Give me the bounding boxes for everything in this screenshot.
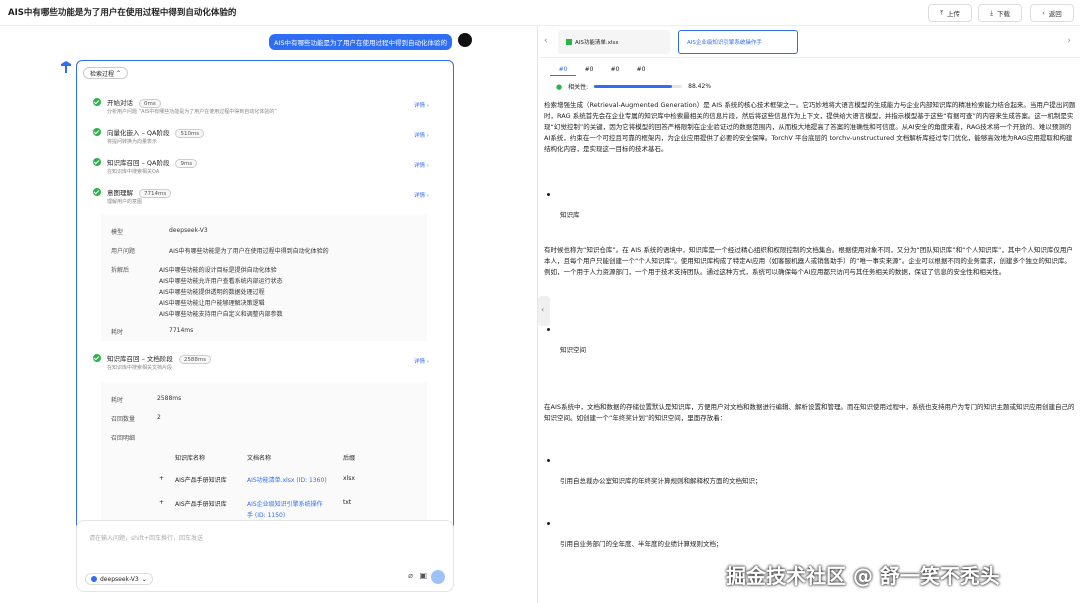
split-item: AIS中哪些功能的设计目标是提供自动化体验: [159, 267, 277, 274]
panel-resize-handle[interactable]: ‹: [538, 296, 550, 326]
kb-paragraph: 有时候也称为“知识仓库”。在 AIS 系统的语境中，知识库是一个经过精心组织和权…: [544, 246, 1073, 276]
split-item: AIS中哪些功能允许用户查看系统内部运行状态: [159, 278, 283, 285]
chevron-left-icon: ‹: [541, 305, 545, 314]
intro-paragraph: 检索增强生成（Retrieval-Augmented Generation）是 …: [544, 101, 1076, 153]
relevance: ● 相关性: 88.42%: [556, 82, 712, 92]
send-button[interactable]: [431, 570, 445, 584]
tab-file-1[interactable]: AIS功能清单.xlsx: [558, 30, 670, 54]
step-item: 知识库召回 – QA阶段 9ms 在知识库中搜索相关QA 详情 ›: [93, 157, 433, 179]
check-circle-icon: [93, 98, 101, 106]
step-desc: 分析用户问题 “AIS中有哪些功能是为了用户在使用过程中得到自动化体验的”: [107, 109, 277, 115]
download-button[interactable]: ⤓ 下载: [978, 4, 1022, 22]
doc-link[interactable]: AIS企业级知识引擎系统操作: [247, 499, 323, 508]
user-message: AIS中有哪些功能是为了用户在使用过程中得到自动化体验的: [269, 34, 452, 50]
step-desc: 在知识库中搜索相关文档片段: [107, 365, 173, 371]
step-desc: 在知识库中搜索相关QA: [107, 169, 160, 175]
step-detail-link[interactable]: 详情 ›: [414, 191, 429, 199]
step-name: 知识库召回 – 文档阶段: [107, 355, 173, 363]
step-item: 向量化嵌入 – QA阶段 510ms 将提问转换为向量表示 详情 ›: [93, 127, 433, 149]
step-time: 0ms: [139, 99, 161, 108]
step-name: 开始对话: [107, 99, 133, 107]
bullet: [547, 459, 550, 462]
chunk-tab[interactable]: #0: [628, 64, 654, 76]
expand-plus-icon[interactable]: +: [159, 475, 164, 482]
step-desc: 将提问转换为向量表示: [107, 139, 158, 145]
upload-icon: ⤒: [940, 8, 943, 17]
excel-icon: [566, 39, 572, 45]
preview-pane: ‹ AIS功能清单.xlsx AIS企业级知识引擎系统操作手 › #0 #0 #…: [537, 26, 1080, 603]
chat-pane: AIS中有哪些功能是为了用户在使用过程中得到自动化体验的 检索过程 ⌃ 开始对话…: [0, 26, 536, 603]
chunk-tab[interactable]: #0: [550, 64, 576, 76]
step-name: 意图理解: [107, 189, 133, 197]
check-circle-icon: [93, 188, 101, 196]
step-time: 510ms: [175, 129, 205, 138]
check-circle-icon: [93, 354, 101, 362]
split-item: AIS中哪些功能让用户能够理解决策逻辑: [159, 300, 265, 307]
back-button[interactable]: ‹ 返回: [1030, 4, 1074, 22]
step-detail-link[interactable]: 详情 ›: [414, 357, 429, 365]
chunk-tab[interactable]: #0: [602, 64, 628, 76]
chevron-left-icon[interactable]: ‹: [544, 36, 548, 46]
upload-button[interactable]: ⤒ 上传: [928, 4, 972, 22]
doc-link-cont[interactable]: 手 (ID: 1150): [247, 510, 285, 519]
split-item: AIS中哪些功能支持用户自定义和调整内部参数: [159, 311, 283, 318]
space-paragraph: 在AIS系统中，文档和数据的存储位置默认是知识库，方便用户对文档和数据进行编辑、…: [544, 403, 1075, 422]
step-time: 9ms: [175, 159, 198, 168]
file-tabs: ‹ AIS功能清单.xlsx AIS企业级知识引擎系统操作手 ›: [538, 26, 1080, 58]
input-placeholder: 请在输入问题，shift+回车换行，回车发送: [89, 535, 203, 542]
attach-icon[interactable]: ⌀: [408, 571, 413, 580]
expand-plus-icon[interactable]: +: [159, 499, 164, 506]
page-title: AIS中有哪些功能是为了用户在使用过程中得到自动化体验的: [8, 8, 237, 18]
chunk-tab[interactable]: #0: [576, 64, 602, 76]
model-icon: [91, 576, 97, 582]
step-desc: 理解用户的意图: [107, 199, 143, 205]
check-circle-icon: [93, 158, 101, 166]
relevance-bar: [594, 85, 683, 88]
process-toggle[interactable]: 检索过程 ⌃: [83, 67, 129, 79]
split-item: AIS中哪些功能提供透明的数据处理过程: [159, 289, 265, 296]
download-icon: ⤓: [990, 8, 993, 17]
step-detail-link[interactable]: 详情 ›: [414, 101, 429, 109]
chevron-left-icon: ‹: [1042, 9, 1045, 17]
user-avatar: [458, 33, 472, 47]
bullet: [547, 328, 550, 331]
chunk-tabs: #0 #0 #0 #0: [550, 64, 654, 76]
step-name: 知识库召回 – QA阶段: [107, 159, 170, 167]
heading-knowledge-space: 知识空间: [560, 346, 586, 354]
bot-logo-icon: [61, 61, 71, 73]
step-name: 向量化嵌入 – QA阶段: [107, 129, 170, 137]
step-item: 开始对话 0ms 分析用户问题 “AIS中有哪些功能是为了用户在使用过程中得到自动…: [93, 97, 433, 119]
model-selector[interactable]: deepseek-V3 ⌄: [85, 573, 153, 585]
doc-link[interactable]: AIS功能清单.xlsx (ID: 1360): [247, 475, 327, 484]
list-item: 引用自总裁办公室知识库的年终奖计算规则和解释权方面的文档知识；: [560, 477, 762, 485]
chevron-up-icon: ⌃: [116, 69, 122, 77]
list-item: 引用自业务部门的全年度、半年度的业绩计算规则文档；: [560, 540, 723, 548]
chevron-down-icon: ⌄: [141, 575, 147, 583]
step-item: 知识库召回 – 文档阶段 2588ms 在知识库中搜索相关文档片段 详情 ›: [93, 353, 433, 375]
intent-details: 模型 deepseek-V3 用户问题 AIS中有哪些功能是为了用户在使用过程中得到…: [101, 215, 427, 341]
answer-card: 检索过程 ⌃ 开始对话 0ms 分析用户问题 “AIS中有哪些功能是为了用户在使用…: [76, 60, 454, 540]
step-detail-link[interactable]: 详情 ›: [414, 161, 429, 169]
top-bar: AIS中有哪些功能是为了用户在使用过程中得到自动化体验的 ⤒ 上传 ⤓ 下载 ‹ 返回: [0, 0, 1080, 26]
chevron-right-icon[interactable]: ›: [1067, 36, 1071, 46]
bullet: [547, 522, 550, 525]
tab-file-2[interactable]: AIS企业级知识引擎系统操作手: [678, 30, 798, 54]
step-item: 意图理解 7714ms 理解用户的意图 详情 ›: [93, 187, 433, 209]
check-circle-icon: [93, 128, 101, 136]
screenshot-icon[interactable]: ▣: [419, 571, 427, 580]
step-time: 2588ms: [178, 355, 212, 364]
step-detail-link[interactable]: 详情 ›: [414, 131, 429, 139]
relevance-fill: [594, 85, 672, 88]
step-time: 7714ms: [139, 189, 172, 198]
chat-input[interactable]: 请在输入问题，shift+回车换行，回车发送 deepseek-V3 ⌄ ⌀ ▣: [76, 520, 454, 592]
watermark: 掘金技术社区 @ 舒一笑不秃头: [726, 564, 1000, 588]
check-icon: ●: [556, 82, 563, 91]
bullet: [547, 193, 550, 196]
recall-details: 耗时 2588ms 召回数量 2 召回明细 知识库名称 文档名称 后缀 + AIS产…: [101, 383, 427, 539]
heading-knowledge-base: 知识库: [560, 211, 580, 219]
